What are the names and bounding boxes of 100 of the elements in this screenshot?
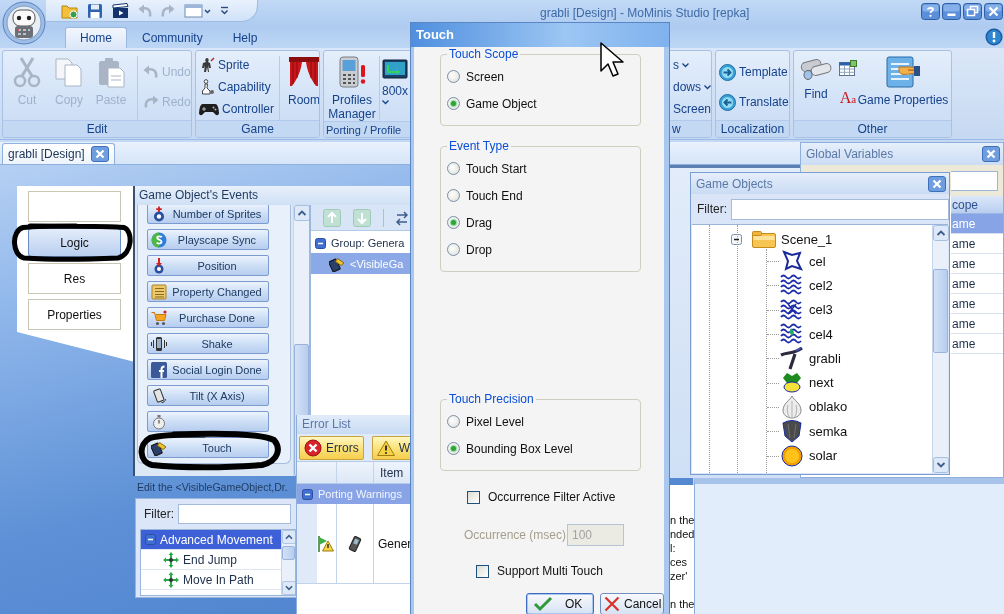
find-button[interactable]: Find xyxy=(797,54,835,101)
close-icon[interactable] xyxy=(90,146,109,162)
tree-item[interactable]: cel2 xyxy=(692,273,932,298)
dropdown-button[interactable]: s xyxy=(673,54,711,76)
tree-item[interactable]: cel3 xyxy=(692,297,932,322)
scrollbar[interactable] xyxy=(281,530,295,595)
scroll-up-icon[interactable] xyxy=(294,205,310,221)
event-button[interactable]: Touch xyxy=(147,437,269,458)
caret-icon[interactable] xyxy=(382,100,389,105)
ribbon-tab[interactable]: Community xyxy=(127,27,218,48)
dropdown-button[interactable]: dows xyxy=(673,76,711,98)
event-button[interactable]: Social Login Done xyxy=(147,359,269,380)
radio-label[interactable]: Screen xyxy=(466,69,505,84)
radio-label[interactable]: Pixel Level xyxy=(466,414,525,429)
radio-button[interactable] xyxy=(447,243,460,256)
tree-item[interactable]: solar xyxy=(692,443,932,468)
radio-label[interactable]: Game Object xyxy=(466,96,537,111)
search-field[interactable] xyxy=(951,170,998,191)
font-button[interactable]: Aa xyxy=(839,91,857,106)
game-properties-button[interactable]: Game Properties xyxy=(858,54,948,107)
radio-button[interactable] xyxy=(447,415,460,428)
save-icon[interactable] xyxy=(87,2,103,19)
collapse-icon[interactable] xyxy=(145,534,156,545)
checkbox[interactable] xyxy=(476,564,489,578)
sprite-button[interactable]: Sprite xyxy=(199,54,275,76)
close-icon[interactable] xyxy=(982,146,1000,162)
tree-item[interactable]: Scene_1 xyxy=(692,229,932,249)
radio-button[interactable] xyxy=(447,216,460,229)
scrollbar-thumb[interactable] xyxy=(933,269,948,353)
table-icon[interactable] xyxy=(839,60,857,77)
help-icon[interactable] xyxy=(921,3,940,20)
robot-logo-icon[interactable] xyxy=(2,1,46,45)
caret-icon[interactable] xyxy=(682,62,689,68)
radio-button[interactable] xyxy=(447,70,460,83)
grid-row[interactable]: Gener xyxy=(297,504,410,584)
radio-button[interactable] xyxy=(447,189,460,202)
errors-button[interactable]: Errors xyxy=(299,435,364,460)
minimize-icon[interactable] xyxy=(942,3,961,20)
close-icon[interactable] xyxy=(984,3,1003,20)
radio-label[interactable]: Drop xyxy=(466,242,492,257)
event-button[interactable]: Playscape Sync xyxy=(147,229,269,250)
event-button[interactable]: Shake xyxy=(147,333,269,354)
designer-tab[interactable]: Properties xyxy=(28,299,121,330)
tree-item[interactable]: next xyxy=(692,370,932,395)
event-button[interactable] xyxy=(147,411,269,432)
radio-button[interactable] xyxy=(447,442,460,455)
event-button[interactable]: Position xyxy=(147,255,269,276)
scroll-up-icon[interactable] xyxy=(933,225,949,241)
radio-label[interactable]: Drag xyxy=(466,215,492,230)
customize-caret-icon[interactable] xyxy=(220,4,229,17)
profiles-manager-button[interactable]: Profiles Manager xyxy=(327,54,377,121)
scroll-down-icon[interactable] xyxy=(933,457,949,473)
caret-icon[interactable] xyxy=(704,84,711,90)
capability-button[interactable]: Capability xyxy=(199,76,275,98)
ok-button[interactable]: OK xyxy=(526,593,594,614)
resolution-button[interactable]: 800x xyxy=(382,54,412,105)
column-header[interactable]: Item xyxy=(374,462,404,483)
action-item[interactable]: End Jump xyxy=(141,550,281,570)
document-tab[interactable]: grabli [Design] xyxy=(2,143,115,164)
restore-icon[interactable] xyxy=(963,3,982,20)
scroll-down-icon[interactable] xyxy=(282,581,295,595)
controller-button[interactable]: Controller xyxy=(199,98,275,120)
radio-label[interactable]: Bounding Box Level xyxy=(466,441,573,456)
category-item[interactable]: Advanced Movement xyxy=(141,530,281,550)
collapse-icon[interactable] xyxy=(731,233,742,245)
exclamation-circle-icon[interactable] xyxy=(985,28,1003,46)
scroll-up-icon[interactable] xyxy=(282,530,295,544)
action-item[interactable]: Move In Path xyxy=(141,570,281,590)
tree-item[interactable]: cel xyxy=(692,249,932,274)
translate-button[interactable]: Translate xyxy=(719,91,789,113)
tree-item[interactable]: cel4 xyxy=(692,321,932,347)
radio-button[interactable] xyxy=(447,162,460,175)
filter-field[interactable] xyxy=(731,198,949,220)
scrollbar[interactable] xyxy=(932,225,948,473)
ribbon-tab[interactable]: Home xyxy=(65,27,127,48)
radio-button[interactable] xyxy=(447,97,460,110)
event-button[interactable]: Number of Sprites xyxy=(147,205,269,224)
event-button[interactable]: Property Changed xyxy=(147,281,269,302)
room-button[interactable]: Room xyxy=(285,54,319,107)
collapse-icon[interactable] xyxy=(315,237,326,249)
cancel-button[interactable]: Cancel xyxy=(600,593,664,614)
scrollbar-thumb[interactable] xyxy=(282,546,295,560)
folder-icon[interactable] xyxy=(61,2,78,19)
tree-item[interactable]: oblako xyxy=(692,394,932,420)
ribbon-button[interactable]: Screen xyxy=(673,98,711,120)
clapperboard-icon[interactable] xyxy=(112,2,129,19)
column-header[interactable]: cope xyxy=(951,196,1003,214)
template-button[interactable]: Template xyxy=(719,61,789,83)
filter-field[interactable] xyxy=(178,504,291,524)
ribbon-tab[interactable]: Help xyxy=(217,27,273,48)
swap-arrows-icon[interactable] xyxy=(396,209,408,226)
window-dropdown-icon[interactable] xyxy=(184,2,211,19)
event-button[interactable]: Purchase Done xyxy=(147,307,269,328)
designer-tab[interactable]: Res xyxy=(28,263,121,294)
radio-label[interactable]: Touch Start xyxy=(466,161,527,176)
event-button[interactable]: Tilt (X Axis) xyxy=(147,385,269,406)
tree-item[interactable]: Group: Genera xyxy=(311,233,410,253)
radio-label[interactable]: Touch End xyxy=(466,188,523,203)
close-icon[interactable] xyxy=(928,175,946,192)
warnings-button[interactable]: W xyxy=(371,435,412,460)
